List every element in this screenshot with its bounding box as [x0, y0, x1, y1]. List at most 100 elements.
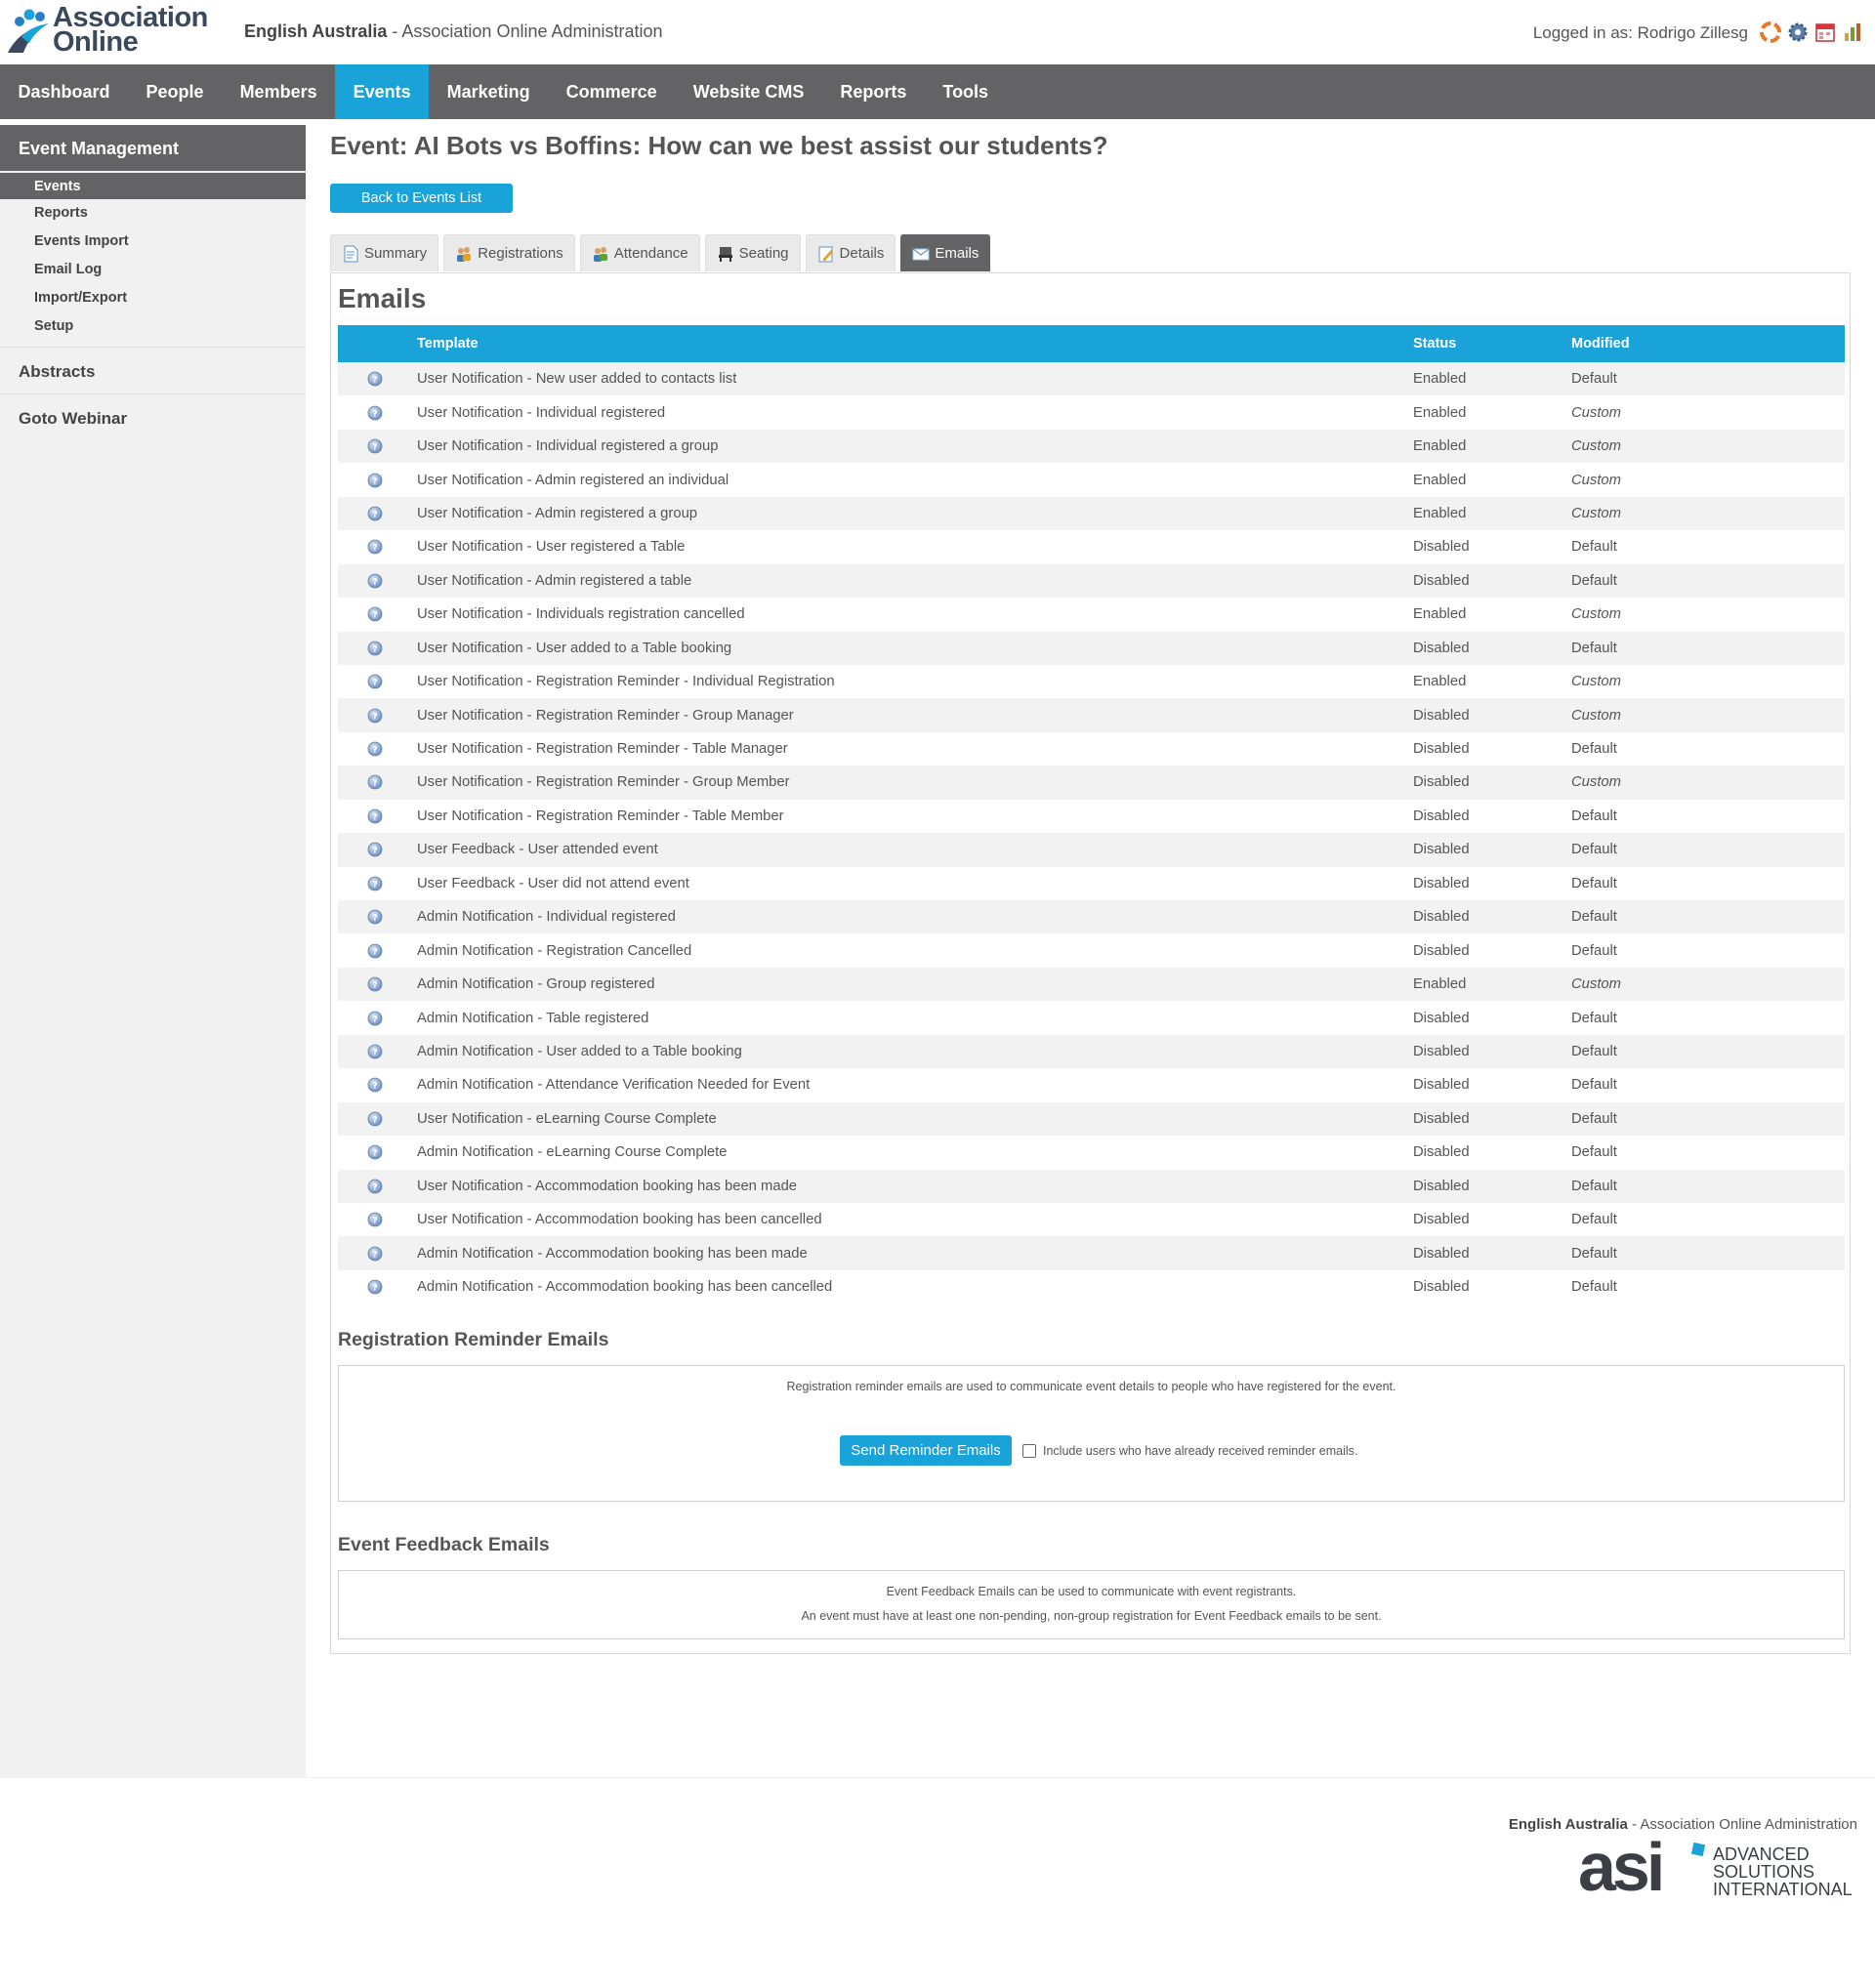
help-icon[interactable]: ? [367, 405, 383, 421]
table-row[interactable]: ? User Notification - New user added to c… [338, 362, 1845, 396]
sidebar-heading[interactable]: Event Management [0, 125, 306, 171]
table-row[interactable]: ? Admin Notification - Group registered En… [338, 967, 1845, 1002]
nav-tools[interactable]: Tools [925, 64, 1007, 119]
table-row[interactable]: ? Admin Notification - Accommodation book… [338, 1269, 1845, 1305]
template-name[interactable]: User Notification - Individuals registra… [417, 598, 1413, 631]
template-name[interactable]: User Notification - User registered a Ta… [417, 530, 1413, 563]
template-name[interactable]: User Notification - Registration Reminde… [417, 766, 1413, 799]
table-row[interactable]: ? User Notification - Registration Remind… [338, 731, 1845, 766]
help-icon[interactable]: ? [367, 741, 383, 757]
help-icon[interactable]: ? [367, 943, 383, 959]
table-row[interactable]: ? User Notification - Registration Remind… [338, 698, 1845, 732]
help-icon[interactable]: ? [367, 371, 383, 387]
nav-dashboard[interactable]: Dashboard [0, 64, 128, 119]
help-icon[interactable]: ? [367, 641, 383, 656]
include-previous-recipients-checkbox[interactable] [1022, 1444, 1036, 1458]
template-name[interactable]: User Notification - Accommodation bookin… [417, 1203, 1413, 1236]
help-icon[interactable]: ? [367, 976, 383, 992]
table-row[interactable]: ? User Notification - Individual register… [338, 395, 1845, 430]
tab-details[interactable]: Details [805, 234, 896, 271]
sidebar-item-reports[interactable]: Reports [0, 199, 306, 228]
template-name[interactable]: User Feedback - User did not attend even… [417, 867, 1413, 900]
sidebar-section-abstracts[interactable]: Abstracts [0, 347, 306, 393]
template-name[interactable]: User Notification - Admin registered a t… [417, 564, 1413, 598]
help-icon[interactable]: ? [367, 842, 383, 857]
nav-reports[interactable]: Reports [822, 64, 925, 119]
calendar-icon[interactable] [1814, 21, 1836, 43]
template-name[interactable]: User Notification - eLearning Course Com… [417, 1102, 1413, 1136]
help-icon[interactable]: ? [367, 708, 383, 724]
help-icon[interactable]: ? [367, 539, 383, 555]
table-row[interactable]: ? User Notification - User registered a T… [338, 530, 1845, 564]
help-icon[interactable]: ? [367, 573, 383, 589]
help-icon[interactable]: ? [367, 1179, 383, 1194]
help-icon[interactable]: ? [367, 1246, 383, 1262]
back-to-events-button[interactable]: Back to Events List [330, 184, 513, 213]
table-row[interactable]: ? Admin Notification - Table registered Di… [338, 1001, 1845, 1035]
table-row[interactable]: ? User Notification - Admin registered an… [338, 463, 1845, 497]
template-name[interactable]: Admin Notification - Accommodation booki… [417, 1236, 1413, 1269]
template-name[interactable]: Admin Notification - Individual register… [417, 900, 1413, 933]
reports-icon[interactable] [1842, 21, 1863, 43]
help-icon[interactable]: ? [367, 438, 383, 454]
table-row[interactable]: ? User Notification - Admin registered a … [338, 563, 1845, 599]
association-online-logo[interactable]: Association Online [6, 4, 227, 57]
help-icon[interactable]: ? [367, 473, 383, 488]
nav-members[interactable]: Members [222, 64, 335, 119]
template-name[interactable]: User Notification - Accommodation bookin… [417, 1170, 1413, 1203]
help-icon[interactable]: ? [367, 506, 383, 521]
table-row[interactable]: ? User Notification - Registration Remind… [338, 799, 1845, 834]
template-name[interactable]: User Notification - Individual registere… [417, 395, 1413, 429]
table-row[interactable]: ? User Notification - Accommodation booki… [338, 1202, 1845, 1237]
table-row[interactable]: ? User Notification - Accommodation booki… [338, 1169, 1845, 1203]
template-name[interactable]: User Notification - Individual registere… [417, 430, 1413, 463]
template-name[interactable]: User Notification - Registration Reminde… [417, 698, 1413, 731]
table-row[interactable]: ? User Notification - eLearning Course Co… [338, 1101, 1845, 1137]
help-icon[interactable]: ? [367, 808, 383, 824]
sidebar-item-events-import[interactable]: Events Import [0, 228, 306, 256]
help-icon[interactable]: ? [367, 876, 383, 891]
sidebar-item-import-export[interactable]: Import/Export [0, 284, 306, 312]
table-row[interactable]: ? User Notification - Admin registered a … [338, 496, 1845, 531]
nav-website-cms[interactable]: Website CMS [675, 64, 822, 119]
template-name[interactable]: User Notification - Admin registered a g… [417, 497, 1413, 530]
asi-logo[interactable]: asi ADVANCED SOLUTIONS INTERNATIONAL [1578, 1829, 1857, 1905]
table-row[interactable]: ? User Notification - Registration Remind… [338, 766, 1845, 800]
table-row[interactable]: ? Admin Notification - User added to a Ta… [338, 1034, 1845, 1069]
table-row[interactable]: ? Admin Notification - Attendance Verific… [338, 1068, 1845, 1102]
table-row[interactable]: ? User Notification - Individual register… [338, 429, 1845, 464]
template-name[interactable]: Admin Notification - eLearning Course Co… [417, 1136, 1413, 1169]
table-row[interactable]: ? Admin Notification - Registration Cance… [338, 933, 1845, 968]
template-name[interactable]: User Notification - User added to a Tabl… [417, 632, 1413, 665]
help-icon[interactable]: ? [367, 606, 383, 622]
help-icon[interactable]: ? [367, 1011, 383, 1026]
help-icon[interactable]: ? [367, 1279, 383, 1295]
help-icon[interactable]: ? [367, 1044, 383, 1059]
nav-marketing[interactable]: Marketing [429, 64, 548, 119]
settings-gear-icon[interactable] [1787, 21, 1809, 43]
template-name[interactable]: User Notification - Registration Reminde… [417, 665, 1413, 698]
nav-events[interactable]: Events [335, 64, 430, 119]
help-icon[interactable]: ? [367, 1212, 383, 1227]
template-name[interactable]: User Notification - Registration Reminde… [417, 800, 1413, 833]
template-name[interactable]: Admin Notification - User added to a Tab… [417, 1035, 1413, 1068]
help-icon[interactable]: ? [367, 774, 383, 790]
tab-summary[interactable]: Summary [330, 234, 439, 271]
nav-commerce[interactable]: Commerce [548, 64, 675, 119]
sidebar-item-setup[interactable]: Setup [0, 312, 306, 341]
template-name[interactable]: User Feedback - User attended event [417, 833, 1413, 866]
nav-people[interactable]: People [128, 64, 222, 119]
table-row[interactable]: ? User Notification - User added to a Tab… [338, 631, 1845, 665]
sidebar-item-email-log[interactable]: Email Log [0, 256, 306, 284]
template-name[interactable]: User Notification - New user added to co… [417, 362, 1413, 395]
help-lifebuoy-icon[interactable] [1760, 21, 1781, 43]
table-row[interactable]: ? Admin Notification - Individual registe… [338, 900, 1845, 934]
send-reminder-emails-button[interactable]: Send Reminder Emails [840, 1435, 1012, 1466]
template-name[interactable]: User Notification - Admin registered an … [417, 463, 1413, 496]
help-icon[interactable]: ? [367, 674, 383, 689]
template-name[interactable]: Admin Notification - Accommodation booki… [417, 1270, 1413, 1304]
tab-seating[interactable]: Seating [704, 234, 801, 271]
tab-registrations[interactable]: Registrations [443, 234, 575, 271]
template-name[interactable]: Admin Notification - Group registered [417, 968, 1413, 1001]
tab-attendance[interactable]: Attendance [579, 234, 700, 271]
